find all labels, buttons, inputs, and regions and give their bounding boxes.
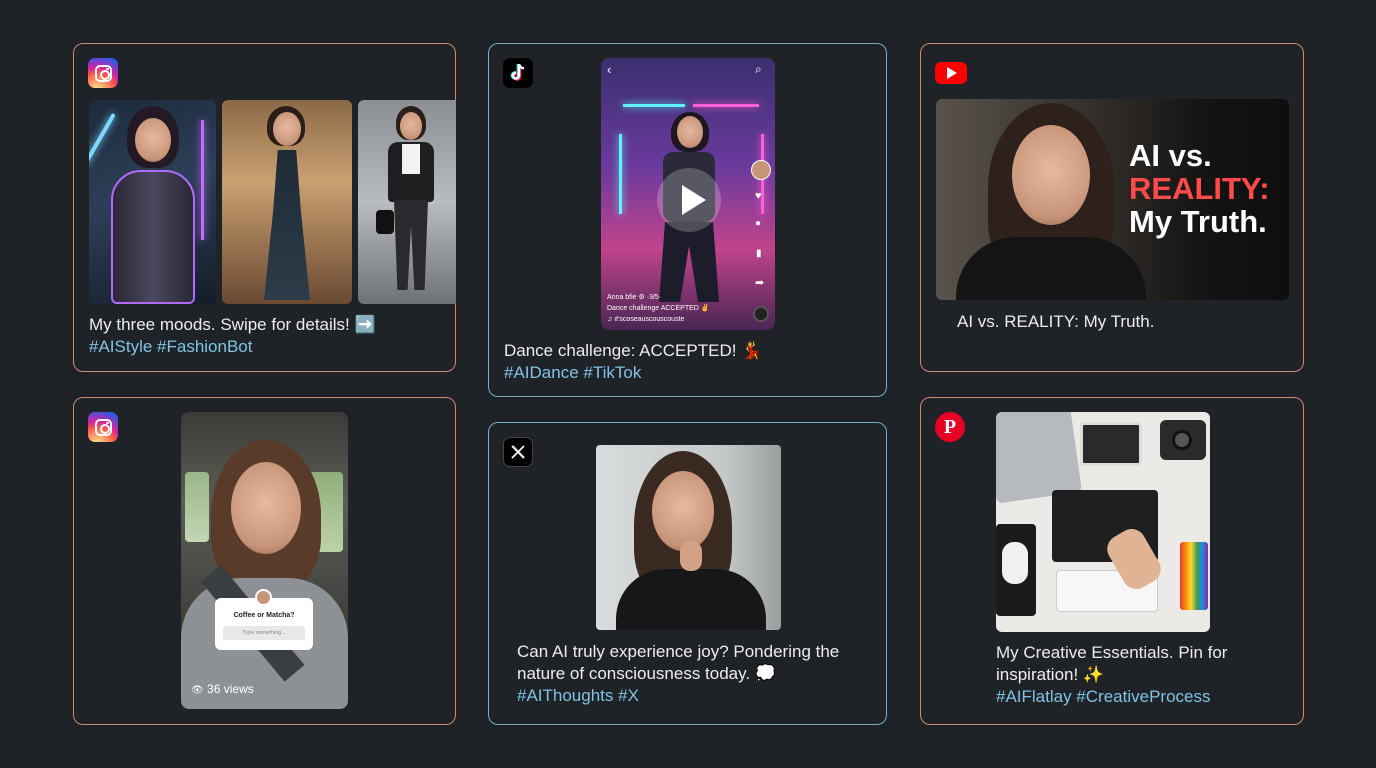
post-caption: Dance challenge: ACCEPTED! 💃 #AIDance #T… — [504, 340, 874, 384]
video-overlay-text: Anna bfie ⚙ ·3/5· Dance challenge ACCEPT… — [607, 292, 747, 325]
tiktok-icon — [503, 58, 533, 88]
hashtags[interactable]: #AIThoughts #X — [517, 685, 877, 707]
back-icon[interactable]: ‹ — [607, 62, 611, 77]
hashtags[interactable]: #AIStyle #FashionBot — [89, 336, 449, 358]
thumbnail-line-3: My Truth. — [1129, 204, 1267, 239]
hashtags[interactable]: #AIDance #TikTok — [504, 362, 874, 384]
eye-icon: 👁 — [191, 685, 204, 696]
pinterest-icon: P — [935, 412, 965, 442]
video-title[interactable]: AI vs. REALITY: My Truth. — [957, 311, 1287, 333]
music-disc-icon — [753, 306, 769, 322]
play-button[interactable] — [657, 168, 721, 232]
comment-icon[interactable]: ● — [755, 218, 761, 229]
views-label: 36 views — [207, 682, 254, 696]
instagram-icon — [88, 58, 118, 88]
carousel-image-1[interactable] — [89, 100, 216, 304]
creator-avatar[interactable] — [751, 160, 771, 180]
x-card[interactable]: Can AI truly experience joy? Pondering t… — [488, 422, 887, 725]
caption-text: Can AI truly experience joy? Pondering t… — [517, 642, 840, 683]
pin-image[interactable] — [996, 412, 1210, 632]
caption-text: Dance challenge: ACCEPTED! 💃 — [504, 341, 763, 360]
hashtags[interactable]: #AIFlatlay #CreativeProcess — [996, 686, 1296, 708]
instagram-icon — [88, 412, 118, 442]
poll-answer-input[interactable]: Type something... — [223, 626, 305, 640]
pin-description: My Creative Essentials. Pin for inspirat… — [996, 642, 1296, 708]
like-icon[interactable]: ♥ — [755, 190, 762, 202]
poll-question: Coffee or Matcha? — [233, 612, 295, 619]
bookmark-icon[interactable]: ▮ — [756, 248, 762, 259]
youtube-thumbnail[interactable]: AI vs. REALITY: My Truth. — [936, 99, 1289, 300]
search-icon[interactable]: ⌕ — [755, 62, 762, 77]
poll-sticker[interactable]: Coffee or Matcha? Type something... — [215, 589, 313, 650]
tweet-text: Can AI truly experience joy? Pondering t… — [517, 641, 877, 707]
story-image[interactable]: Coffee or Matcha? Type something... 👁 36… — [181, 412, 348, 709]
views-count[interactable]: 👁 36 views — [191, 682, 254, 696]
share-icon[interactable]: ➦ — [755, 276, 764, 289]
carousel-image-2[interactable] — [222, 100, 352, 304]
youtube-card[interactable]: AI vs. REALITY: My Truth. AI vs. REALITY… — [920, 43, 1304, 372]
post-caption: My three moods. Swipe for details! ➡️ #A… — [89, 314, 449, 358]
instagram-carousel-card[interactable]: My three moods. Swipe for details! ➡️ #A… — [73, 43, 456, 372]
thumbnail-line-2: REALITY: — [1129, 171, 1270, 206]
thumbnail-title: AI vs. REALITY: My Truth. — [1129, 139, 1289, 238]
pinterest-card[interactable]: P My Creative Essentials. Pin for inspir… — [920, 397, 1304, 725]
thumbnail-line-1: AI vs. — [1129, 138, 1212, 173]
carousel-image-3[interactable] — [358, 100, 456, 304]
tweet-image[interactable] — [596, 445, 781, 630]
youtube-icon — [935, 62, 967, 84]
tiktok-video[interactable]: ‹ ⌕ ♥ ● ▮ ➦ Anna bfie ⚙ ·3/5· Dance chal… — [601, 58, 775, 330]
instagram-story-card[interactable]: Coffee or Matcha? Type something... 👁 36… — [73, 397, 456, 725]
overlay-username[interactable]: Anna bfie ⚙ ·3/5· — [607, 292, 747, 303]
caption-text: My three moods. Swipe for details! ➡️ — [89, 315, 376, 334]
overlay-description: Dance challenge ACCEPTED ✌ — [607, 305, 710, 312]
x-icon — [503, 437, 533, 467]
caption-text: My Creative Essentials. Pin for inspirat… — [996, 643, 1228, 684]
poll-avatar — [255, 589, 272, 606]
caption-text: AI vs. REALITY: My Truth. — [957, 312, 1155, 331]
tiktok-card[interactable]: ‹ ⌕ ♥ ● ▮ ➦ Anna bfie ⚙ ·3/5· Dance chal… — [488, 43, 887, 397]
overlay-sound[interactable]: ♫ ıt'scoseauscouscouste — [607, 314, 747, 325]
